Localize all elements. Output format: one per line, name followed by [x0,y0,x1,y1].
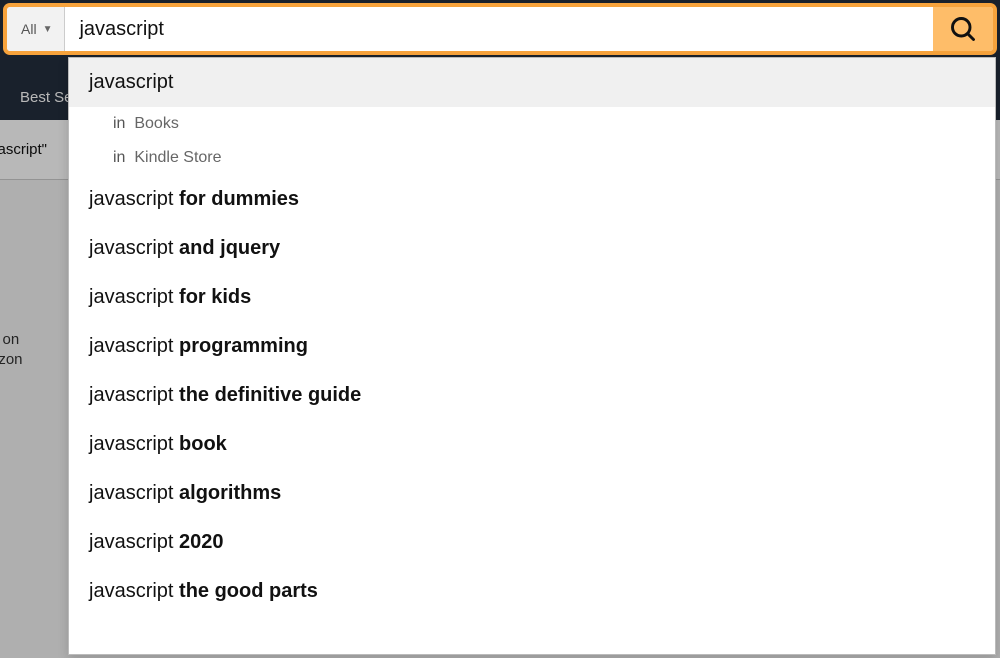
in-prefix: in [113,149,125,166]
suggestion-text: javascript [89,71,173,93]
suggestion-item[interactable]: javascript algorithms [69,469,995,518]
suggestion-prefix: javascript [89,580,179,602]
suggestion-completion: 2020 [179,531,224,553]
suggestion-completion: for kids [179,286,251,308]
suggestion-item[interactable]: javascript for kids [69,273,995,322]
suggestion-prefix: javascript [89,335,179,357]
suggestion-prefix: javascript [89,433,179,455]
suggestion-item[interactable]: javascript 2020 [69,518,995,567]
suggestion-top[interactable]: javascript [69,58,995,107]
suggestion-completion: book [179,433,227,455]
suggestion-item[interactable]: javascript programming [69,322,995,371]
autocomplete-popover: javascript in Books in Kindle Store java… [68,57,996,655]
suggestion-item[interactable]: javascript the definitive guide [69,371,995,420]
chevron-down-icon: ▼ [43,24,53,35]
suggestion-item[interactable]: javascript book [69,420,995,469]
in-prefix: in [113,115,125,132]
department-label: All [21,21,37,37]
suggestion-prefix: javascript [89,482,179,504]
suggestion-item[interactable]: javascript for dummies [69,175,995,224]
suggestion-completion: and jquery [179,237,280,259]
suggestion-prefix: javascript [89,531,179,553]
search-input[interactable] [65,7,933,51]
suggestion-item[interactable]: javascript and jquery [69,224,995,273]
suggestion-completion: programming [179,335,308,357]
suggestion-item[interactable]: javascript the good parts [69,567,995,616]
suggestion-completion: the good parts [179,580,318,602]
suggestion-prefix: javascript [89,237,179,259]
department-name: Kindle Store [134,149,221,166]
search-button[interactable] [933,7,993,51]
search-icon [949,15,977,43]
suggestion-department[interactable]: in Books [69,107,995,141]
suggestion-completion: for dummies [179,188,299,210]
suggestion-prefix: javascript [89,188,179,210]
suggestion-completion: the definitive guide [179,384,361,406]
department-dropdown[interactable]: All ▼ [7,7,65,51]
suggestion-prefix: javascript [89,384,179,406]
suggestion-prefix: javascript [89,286,179,308]
suggestion-department[interactable]: in Kindle Store [69,141,995,175]
suggestion-completion: algorithms [179,482,281,504]
department-name: Books [134,115,178,132]
search-bar: All ▼ [4,4,996,54]
